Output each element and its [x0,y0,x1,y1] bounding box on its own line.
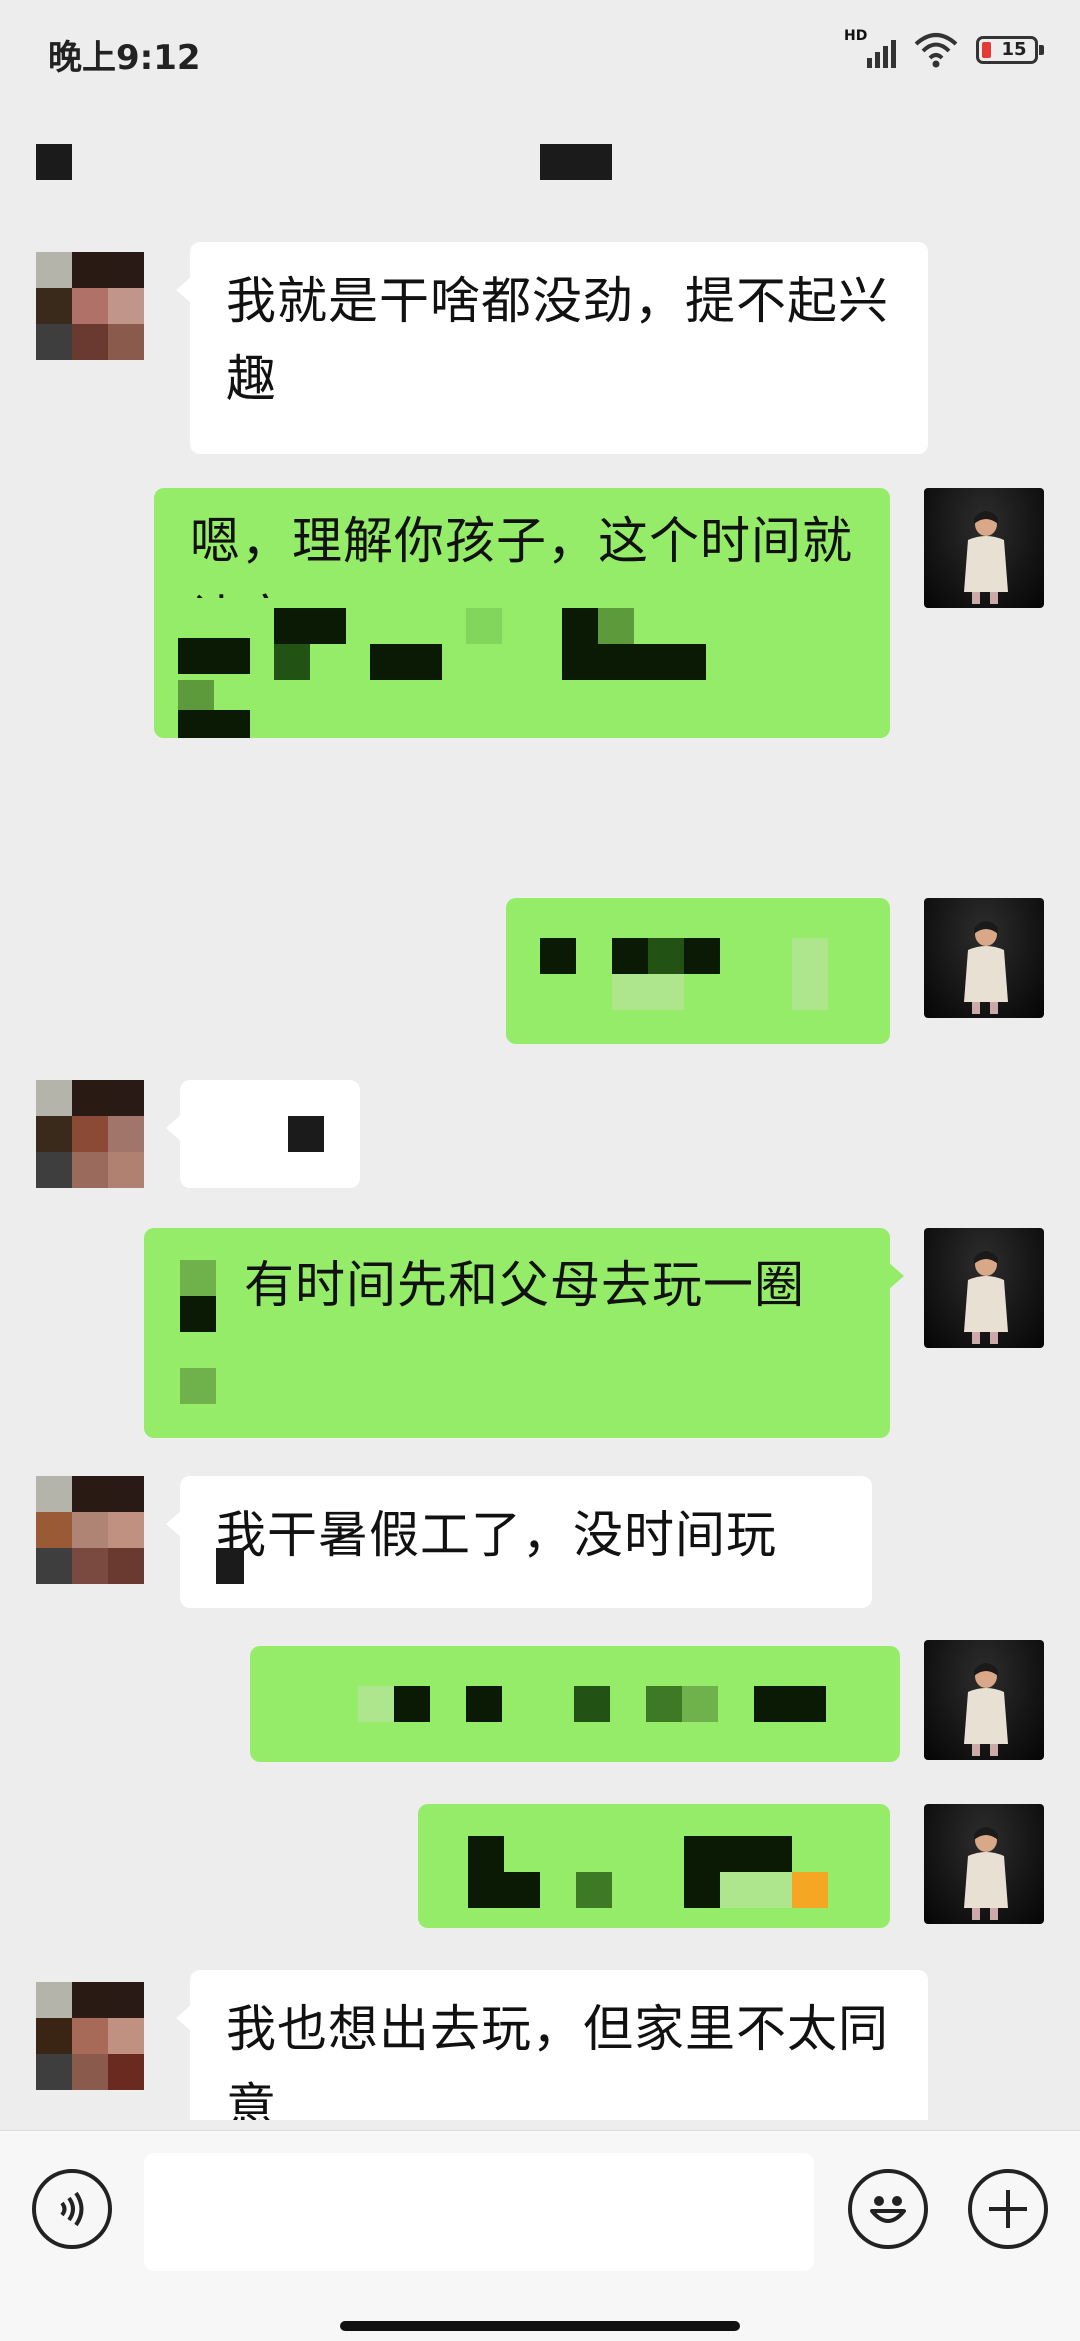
emoji-redacted [792,1872,828,1908]
message-bubble[interactable] [250,1646,900,1762]
voice-icon[interactable] [32,2169,112,2249]
wifi-icon [914,33,958,68]
message-bubble[interactable] [166,1080,360,1188]
battery-icon: 15 [976,36,1044,64]
emoji-icon[interactable] [848,2169,928,2249]
message-text: 我就是干啥都没劲，提不起兴趣 [226,272,889,408]
message-text: 我干暑假工了，没时间玩 [216,1506,777,1564]
home-indicator[interactable] [340,2321,740,2331]
my-avatar[interactable] [924,1804,1044,1924]
network-type-label: HD [844,28,868,44]
contact-avatar[interactable] [36,1080,144,1188]
back-button-redacted[interactable] [36,144,72,180]
message-bubble[interactable]: 我干暑假工了，没时间玩 [166,1476,872,1608]
status-bar: 晚上9:12 HD 15 [0,0,1080,110]
message-bubble[interactable]: 嗯，理解你孩子，这个时间就让它... [154,488,890,738]
status-time: 晚上9:12 [48,38,201,78]
contact-avatar[interactable] [36,1476,144,1584]
message-bubble[interactable]: 有时间先和父母去玩一圈 [144,1228,904,1438]
message-bubble[interactable]: 我也想出去玩，但家里不太同意 [176,1970,928,2120]
message-text: 有时间先和父母去玩一圈 [244,1256,805,1314]
redaction-block [288,1116,324,1152]
redaction-mosaic [154,598,890,738]
my-avatar[interactable] [924,898,1044,1018]
my-avatar[interactable] [924,1640,1044,1760]
chat-title-redacted [540,144,612,180]
battery-level: 15 [1001,39,1027,60]
plus-icon[interactable] [968,2169,1048,2249]
cellular-signal-icon: HD [844,28,896,70]
message-list[interactable]: 我就是干啥都没劲，提不起兴趣 嗯，理解你孩子，这个时间就让它... [0,230,1080,2120]
contact-avatar[interactable] [36,1982,144,2090]
message-text: 我也想出去玩，但家里不太同意 [226,2000,889,2120]
message-bubble[interactable] [506,898,890,1044]
message-input[interactable] [144,2153,814,2271]
message-bubble[interactable] [418,1804,890,1928]
chat-header [0,110,1080,210]
status-icons: HD 15 [844,28,1044,70]
contact-avatar[interactable] [36,252,144,360]
my-avatar[interactable] [924,488,1044,608]
input-bar [0,2130,1080,2341]
my-avatar[interactable] [924,1228,1044,1348]
message-bubble[interactable]: 我就是干啥都没劲，提不起兴趣 [176,242,928,454]
